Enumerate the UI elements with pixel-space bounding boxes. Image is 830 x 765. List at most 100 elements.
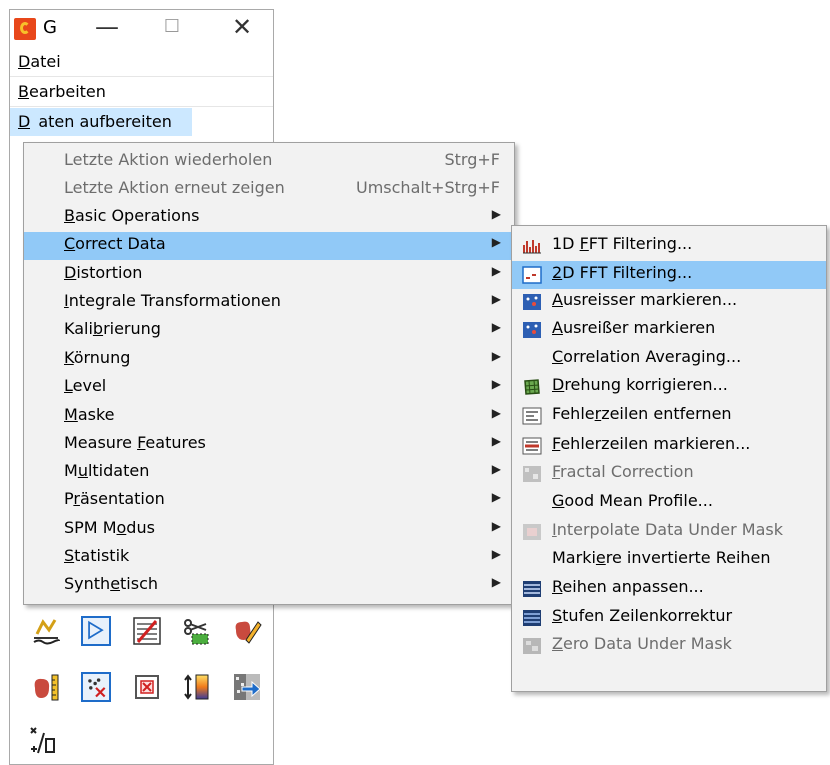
submenu-item-label: Reihen anpassen... <box>552 577 704 596</box>
menu-item-label: Measure Features <box>64 433 206 452</box>
menu-item-correct-data[interactable]: Correct Data ▶ <box>24 232 514 260</box>
menu-bearbeiten[interactable]: Bearbeiten <box>10 78 273 107</box>
menu-item-koernung[interactable]: Körnung ▶ <box>24 346 514 374</box>
submenu-item-ausreisser-markieren[interactable]: Ausreisser markieren... <box>512 288 826 316</box>
submenu-item-label: Correlation Averaging... <box>552 347 742 366</box>
submenu-arrow-icon: ▶ <box>491 547 501 561</box>
submenu-arrow-icon: ▶ <box>491 519 501 533</box>
submenu-arrow-icon: ▶ <box>491 235 501 249</box>
submenu-item-2d-fft-filtering[interactable]: 2D FFT Filtering... <box>512 261 826 289</box>
submenu-item-stufen-zeilenkorrektur[interactable]: Stufen Zeilenkorrektur <box>512 604 826 632</box>
scanline-remove-icon <box>522 407 542 425</box>
menu-item-label: Synthetisch <box>64 574 159 593</box>
submenu-item-fehlerzeilen-markieren[interactable]: Fehlerzeilen markieren... <box>512 432 826 460</box>
menu-item-label: Körnung <box>64 348 131 367</box>
mask-pencil-icon[interactable] <box>232 616 262 646</box>
menu-item-label: Integrale Transformationen <box>64 291 281 310</box>
submenu-item-label: Ausreißer markieren <box>552 318 716 337</box>
menu-datei[interactable]: Datei <box>10 48 273 77</box>
line-edit-tool-icon[interactable] <box>132 616 162 646</box>
menu-item-multidaten[interactable]: Multidaten ▶ <box>24 459 514 487</box>
fractal-icon <box>522 465 542 483</box>
color-range-icon[interactable] <box>182 672 212 702</box>
menu-item-synthetisch[interactable]: Synthetisch ▶ <box>24 572 514 600</box>
menu-item-spm-modus[interactable]: SPM Modus ▶ <box>24 516 514 544</box>
menu-item-label: Basic Operations <box>64 206 200 225</box>
crop-scissors-icon[interactable] <box>182 616 212 646</box>
correct-data-submenu: 1D FFT Filtering... 2D FFT Filtering... Au… <box>511 225 827 692</box>
zero-mask-icon <box>522 637 542 655</box>
daten-aufbereiten-dropdown: Letzte Aktion wiederholen Strg+F Letzte Ak… <box>23 142 515 605</box>
outlier-icon <box>522 293 542 311</box>
menu-item-letzte-aktion-erneut-zeigen: Letzte Aktion erneut zeigen Umschalt+Strg… <box>24 176 514 204</box>
rows-align-icon <box>522 580 542 598</box>
submenu-item-label: Fehlerzeilen markieren... <box>552 434 751 453</box>
submenu-item-label: Good Mean Profile... <box>552 491 713 510</box>
shortcut-label: Umschalt+Strg+F <box>356 178 500 197</box>
submenu-arrow-icon: ▶ <box>491 462 501 476</box>
interpolate-mask-icon <box>522 523 542 541</box>
rotate-grid-icon <box>522 378 542 396</box>
submenu-item-label: Zero Data Under Mask <box>552 634 732 653</box>
submenu-item-label: Fehlerzeilen entfernen <box>552 404 732 423</box>
step-line-correction-icon <box>522 609 542 627</box>
submenu-item-label: Interpolate Data Under Mask <box>552 520 783 539</box>
menu-item-measure-features[interactable]: Measure Features ▶ <box>24 431 514 459</box>
menu-daten-label: Daten aufbereiten <box>10 108 192 136</box>
app-logo-icon <box>14 18 36 40</box>
title-bar[interactable]: G — ☐ ✕ <box>10 10 273 46</box>
menu-bearbeiten-label-mnemonic: B <box>18 82 29 101</box>
menu-item-level[interactable]: Level ▶ <box>24 374 514 402</box>
submenu-item-reihen-anpassen[interactable]: Reihen anpassen... <box>512 575 826 603</box>
menu-item-distortion[interactable]: Distortion ▶ <box>24 261 514 289</box>
submenu-item-ausreisser-markieren[interactable]: Ausreißer markieren <box>512 316 826 344</box>
submenu-item-fehlerzeilen-entfernen[interactable]: Fehlerzeilen entfernen <box>512 402 826 430</box>
submenu-item-correlation-averaging[interactable]: Correlation Averaging... <box>512 345 826 373</box>
fft-1d-icon <box>522 237 542 255</box>
menu-item-basic-operations[interactable]: Basic Operations ▶ <box>24 204 514 232</box>
menu-item-label: SPM Modus <box>64 518 155 537</box>
menu-daten-label-rest: aten aufbereiten <box>30 112 182 131</box>
submenu-arrow-icon: ▶ <box>491 490 501 504</box>
fft-2d-icon <box>522 266 542 284</box>
scanline-mark-icon <box>522 437 542 455</box>
submenu-arrow-icon: ▶ <box>491 377 501 391</box>
menu-item-label: Kalibrierung <box>64 319 161 338</box>
submenu-item-markiere-invertierte-reihen[interactable]: Markiere invertierte Reihen <box>512 546 826 574</box>
menu-item-label: Letzte Aktion erneut zeigen <box>64 178 285 197</box>
menu-item-integrale-transformationen[interactable]: Integrale Transformationen ▶ <box>24 289 514 317</box>
menu-item-label: Multidaten <box>64 461 150 480</box>
profile-tool-icon[interactable] <box>31 616 61 646</box>
maximize-button[interactable]: ☐ <box>152 12 192 42</box>
menu-bearbeiten-label-rest: earbeiten <box>28 82 106 101</box>
mask-remove-icon[interactable] <box>132 672 162 702</box>
grain-ruler-icon[interactable] <box>31 672 61 702</box>
submenu-arrow-icon: ▶ <box>491 207 501 221</box>
close-button[interactable]: ✕ <box>222 12 262 42</box>
submenu-item-label: Markiere invertierte Reihen <box>552 548 771 567</box>
menu-item-maske[interactable]: Maske ▶ <box>24 403 514 431</box>
triangle-tool-icon[interactable] <box>81 616 111 646</box>
menu-item-praesentation[interactable]: Präsentation ▶ <box>24 487 514 515</box>
remove-points-icon[interactable] <box>81 672 111 702</box>
submenu-item-label: 2D FFT Filtering... <box>552 263 693 282</box>
menu-daten-aufbereiten[interactable]: Daten aufbereiten <box>10 108 273 137</box>
submenu-item-drehung-korrigieren[interactable]: Drehung korrigieren... <box>512 373 826 401</box>
menu-item-statistik[interactable]: Statistik ▶ <box>24 544 514 572</box>
submenu-item-fractal-correction: Fractal Correction <box>512 460 826 488</box>
menu-item-label: Präsentation <box>64 489 165 508</box>
submenu-item-1d-fft-filtering[interactable]: 1D FFT Filtering... <box>512 232 826 260</box>
menu-datei-label-mnemonic: D <box>18 52 31 71</box>
menu-item-label: Maske <box>64 405 115 424</box>
submenu-item-label: 1D FFT Filtering... <box>552 234 693 253</box>
minimize-button[interactable]: — <box>87 12 127 42</box>
export-data-icon[interactable] <box>232 672 262 702</box>
menu-item-label: Letzte Aktion wiederholen <box>64 150 273 169</box>
submenu-arrow-icon: ▶ <box>491 320 501 334</box>
xy-distance-icon[interactable] <box>28 725 58 755</box>
submenu-item-label: Ausreisser markieren... <box>552 290 738 309</box>
submenu-item-interpolate-data-under-mask: Interpolate Data Under Mask <box>512 518 826 546</box>
submenu-item-good-mean-profile[interactable]: Good Mean Profile... <box>512 489 826 517</box>
menu-item-kalibrierung[interactable]: Kalibrierung ▶ <box>24 317 514 345</box>
submenu-item-label: Fractal Correction <box>552 462 694 481</box>
